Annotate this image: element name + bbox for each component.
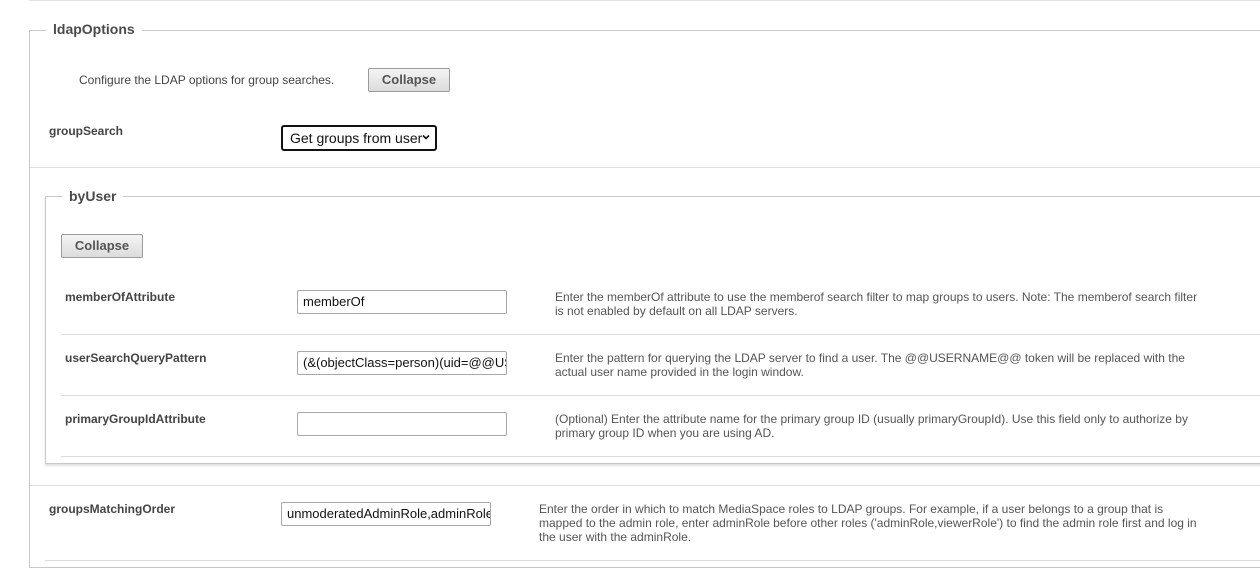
help-line: Enter the order in which to match MediaS…	[539, 502, 1164, 516]
group-search-select[interactable]: Get groups from user	[281, 125, 437, 151]
group-search-selected-value: Get groups from user	[290, 130, 423, 146]
member-of-attribute-help: Enter the memberOf attribute to use the …	[555, 290, 1197, 318]
top-divider	[29, 0, 1260, 3]
help-line: the user with the adminRole.	[539, 530, 692, 544]
help-line: Enter the memberOf attribute to use the …	[555, 290, 1198, 304]
divider-user-search	[61, 395, 1260, 396]
help-line: primary group ID when you are using AD.	[555, 426, 775, 440]
group-search-label: groupSearch	[49, 124, 124, 138]
ldap-options-legend: ldapOptions	[46, 21, 142, 37]
user-search-query-pattern-input[interactable]: (&(objectClass=person)(uid=@@USERNAME@@)…	[297, 351, 507, 375]
user-search-query-pattern-label: userSearchQueryPattern	[65, 351, 207, 365]
groups-matching-order-label: groupsMatchingOrder	[49, 502, 176, 516]
primary-group-id-attribute-label: primaryGroupIdAttribute	[65, 412, 206, 426]
by-user-collapse-button[interactable]: Collapse	[61, 234, 143, 258]
ldap-options-description: Configure the LDAP options for group sea…	[79, 73, 335, 87]
divider-groups-matching	[45, 560, 1260, 561]
primary-group-id-attribute-help: (Optional) Enter the attribute name for …	[555, 412, 1188, 440]
groups-matching-order-input[interactable]: unmoderatedAdminRole,adminRole,viewerRol…	[281, 502, 491, 526]
primary-group-id-attribute-input[interactable]	[297, 412, 507, 436]
divider-member-of	[61, 334, 1260, 335]
by-user-legend: byUser	[62, 188, 124, 204]
help-line: (Optional) Enter the attribute name for …	[555, 412, 1188, 426]
divider-by-user	[30, 485, 1260, 486]
divider-primary-group	[61, 456, 1260, 457]
member-of-attribute-input[interactable]: memberOf	[297, 290, 507, 314]
user-search-query-pattern-help: Enter the pattern for querying the LDAP …	[555, 351, 1185, 379]
divider-group-search	[30, 167, 1260, 168]
groups-matching-order-help: Enter the order in which to match MediaS…	[539, 502, 1197, 544]
help-line: Enter the pattern for querying the LDAP …	[555, 351, 1185, 365]
member-of-attribute-label: memberOfAttribute	[65, 290, 176, 304]
help-line: is not enabled by default on all LDAP se…	[555, 304, 798, 318]
help-line: actual user name provided in the login w…	[555, 365, 804, 379]
chevron-down-icon	[422, 134, 430, 140]
help-line: mapped to the admin role, enter adminRol…	[539, 516, 1197, 530]
ldap-options-collapse-button[interactable]: Collapse	[368, 68, 450, 92]
